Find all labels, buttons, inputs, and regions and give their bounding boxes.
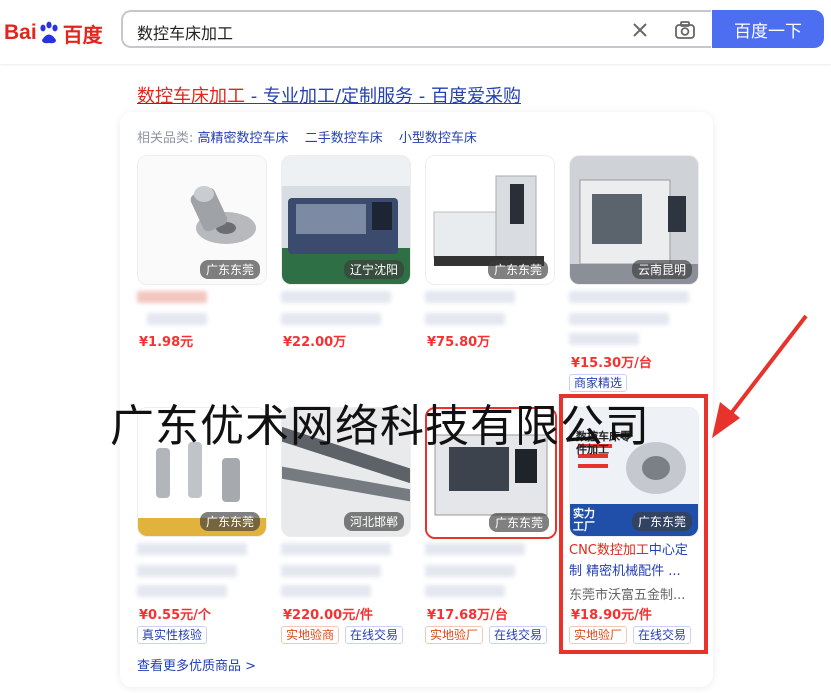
product-image[interactable]: 广东东莞 <box>137 155 267 285</box>
location-badge: 云南昆明 <box>631 260 692 279</box>
more-products-link[interactable]: 查看更多优质商品 > <box>137 655 256 674</box>
product-price: ¥75.80万 <box>427 335 491 350</box>
product-price: ¥0.55元/个 <box>139 608 211 623</box>
ad-title-link[interactable]: 数控车床加工 - 专业加工/定制服务 - 百度爱采购 <box>137 82 521 108</box>
location-badge: 广东东莞 <box>199 512 260 531</box>
search-input[interactable]: 数控车床加工 <box>121 10 711 48</box>
search-button[interactable]: 百度一下 <box>712 10 824 48</box>
product-image[interactable]: 广东东莞 <box>425 155 555 285</box>
search-query[interactable]: 数控车床加工 <box>137 20 233 44</box>
product-price: ¥15.30万/台 <box>571 356 652 371</box>
tag-onsite-verified[interactable]: 实地验商 <box>281 626 340 644</box>
product-image[interactable]: 辽宁沈阳 <box>281 155 411 285</box>
tag-online-trade[interactable]: 在线交易 <box>489 626 548 644</box>
top-bar: Bai 百度 数控车床加工 百度一下 <box>0 0 831 64</box>
product-price: ¥22.00万 <box>283 335 347 350</box>
location-badge: 广东东莞 <box>488 513 549 532</box>
camera-icon[interactable] <box>674 20 696 40</box>
location-badge: 河北邯郸 <box>343 512 404 531</box>
ad-title-rest: - 专业加工/定制服务 - 百度爱采购 <box>245 86 521 107</box>
related-link-small[interactable]: 小型数控车床 <box>399 131 477 146</box>
tag-online-trade[interactable]: 在线交易 <box>345 626 404 644</box>
product-price: ¥220.00元/件 <box>283 608 373 623</box>
baidu-logo[interactable]: Bai 百度 <box>4 16 103 50</box>
tag-verified[interactable]: 真实性核验 <box>137 626 208 644</box>
logo-text-cn: 百度 <box>62 22 103 47</box>
product-price: ¥1.98元 <box>139 335 194 350</box>
clear-icon[interactable] <box>631 21 649 39</box>
highlight-box <box>559 394 708 654</box>
related-label: 相关品类: <box>137 131 194 146</box>
product-item[interactable]: 云南昆明 ¥15.30万/台 商家精选 <box>569 155 699 392</box>
product-item[interactable]: 广东东莞 ¥1.98元 <box>137 155 267 350</box>
related-link-second-hand[interactable]: 二手数控车床 <box>305 131 383 146</box>
location-badge: 广东东莞 <box>199 260 260 279</box>
tag-onsite-factory[interactable]: 实地验厂 <box>425 626 484 644</box>
product-item[interactable]: 广东东莞 ¥75.80万 <box>425 155 555 350</box>
ad-title-keyword: 数控车床加工 <box>137 86 245 107</box>
location-badge: 辽宁沈阳 <box>343 260 404 279</box>
location-badge: 广东东莞 <box>487 260 548 279</box>
paw-icon <box>38 21 60 45</box>
related-link-high-precision[interactable]: 高精密数控车床 <box>198 131 289 146</box>
product-price: ¥17.68万/台 <box>427 608 508 623</box>
product-image[interactable]: 云南昆明 <box>569 155 699 285</box>
product-item[interactable]: 辽宁沈阳 ¥22.00万 <box>281 155 411 350</box>
related-categories: 相关品类: 高精密数控车床 二手数控车床 小型数控车床 <box>137 127 489 146</box>
logo-text-bai: Bai <box>4 21 37 44</box>
